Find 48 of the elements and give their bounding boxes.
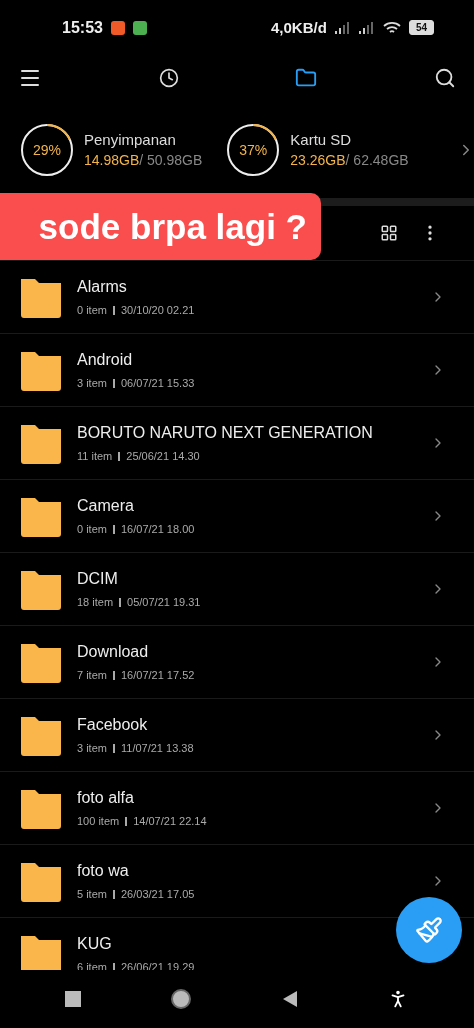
folder-row[interactable]: Android 3 item 06/07/21 15.33 — [0, 334, 474, 407]
folder-name: Alarms — [77, 278, 128, 296]
folder-name: Android — [77, 351, 134, 369]
folder-name: DCIM — [77, 570, 119, 588]
item-count: 3 item — [77, 742, 107, 754]
folder-row[interactable]: Camera 0 item 16/07/21 18.00 — [0, 480, 474, 553]
item-count: 0 item — [77, 523, 107, 535]
folder-name: Facebook — [77, 716, 149, 734]
folder-row[interactable]: Facebook 3 item 11/07/21 13.38 — [0, 699, 474, 772]
usage-percent: 29% — [33, 141, 61, 158]
folder-row[interactable]: Download 7 item 16/07/21 17.52 — [0, 626, 474, 699]
modified-date: 05/07/21 19.31 — [127, 596, 201, 608]
folder-name: foto alfa — [77, 789, 135, 807]
network-speed: 4,0KB/d — [271, 19, 327, 36]
folder-name: Camera — [77, 497, 135, 515]
item-count: 7 item — [77, 669, 107, 681]
folder-row[interactable]: DCIM 18 item 05/07/21 19.31 — [0, 553, 474, 626]
storage-name: Penyimpanan — [84, 131, 177, 148]
modified-date: 30/10/20 02.21 — [120, 304, 195, 316]
item-count: 5 item — [77, 888, 107, 900]
modified-date: 11/07/21 13.38 — [120, 742, 194, 754]
folder-name: BORUTO NARUTO NEXT GENERATION — [77, 424, 374, 442]
battery-level: 54 — [408, 20, 434, 35]
used-size: 14.98GB — [84, 152, 140, 168]
item-count: 3 item — [77, 377, 107, 389]
modified-date: 16/07/21 18.00 — [120, 523, 195, 535]
storage-name: Kartu SD — [290, 131, 353, 148]
usage-percent: 37% — [239, 141, 268, 158]
folder-row[interactable]: foto alfa 100 item 14/07/21 22.14 — [0, 772, 474, 845]
modified-date: 14/07/21 22.14 — [133, 815, 207, 827]
total-size: / 62.48GB — [345, 152, 409, 168]
folder-name: KUG — [77, 935, 113, 953]
total-size: / 50.98GB — [139, 152, 203, 168]
modified-date: 26/03/21 17.05 — [120, 888, 195, 900]
folder-name: foto wa — [77, 862, 130, 880]
modified-date: 25/06/21 14.30 — [126, 450, 200, 462]
modified-date: 16/07/21 17.52 — [120, 669, 195, 681]
modified-date: 06/07/21 15.33 — [120, 377, 195, 389]
item-count: 0 item — [77, 304, 107, 316]
item-count: 18 item — [77, 596, 114, 608]
item-count: 11 item — [77, 450, 113, 462]
folder-name: Download — [77, 643, 150, 661]
folder-row[interactable]: BORUTO NARUTO NEXT GENERATION 11 item 25/06/21 14.30 — [0, 407, 474, 480]
clock-time: 15:53 — [62, 18, 103, 37]
used-size: 23.26GB — [290, 152, 346, 168]
caption-text: sode brpa lagi ? — [38, 206, 307, 247]
item-count: 100 item — [77, 815, 120, 827]
folder-row[interactable]: Alarms 0 item 30/10/20 02.21 — [0, 261, 474, 334]
